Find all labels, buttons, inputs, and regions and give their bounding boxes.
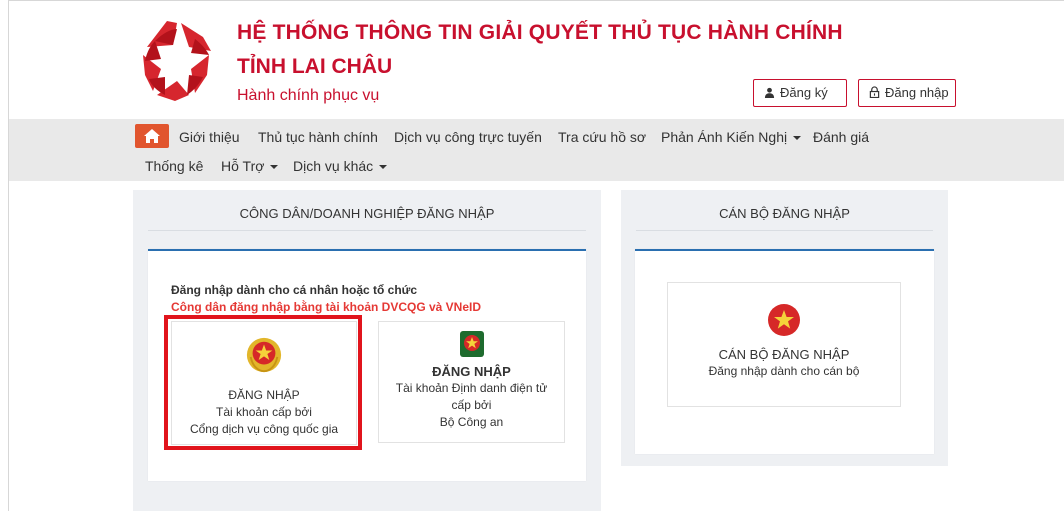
nav-phan-anh-label: Phản Ánh Kiến Nghị [661,129,788,145]
user-icon [764,80,775,106]
lock-icon [869,80,880,106]
staff-panel-heading: CÁN BỘ ĐĂNG NHẬP [719,206,850,221]
home-button[interactable] [135,124,169,148]
dvc-login-title: ĐĂNG NHẬP [228,388,300,402]
citizen-note: Công dân đăng nhập bằng tài khoản DVCQG … [171,300,482,314]
staff-login-button[interactable]: CÁN BỘ ĐĂNG NHẬP Đăng nhập dành cho cán … [667,282,901,407]
province-logo-icon[interactable] [137,19,217,103]
nav-dich-vu-khac[interactable]: Dịch vụ khác [293,158,388,174]
nav-phan-anh[interactable]: Phản Ánh Kiến Nghị [661,129,802,145]
staff-login-panel: CÁN BỘ ĐĂNG NHẬP CÁN BỘ ĐĂNG NHẬP Đăng n… [621,190,948,466]
nav-tra-cuu[interactable]: Tra cứu hồ sơ [558,129,646,145]
vneid-login-sub1: Tài khoản Định danh điện tử [395,381,548,395]
staff-login-title: CÁN BỘ ĐĂNG NHẬP [718,347,850,362]
register-label: Đăng ký [780,85,828,100]
vneid-login-sub2: cấp bởi [451,398,492,412]
nav-danh-gia[interactable]: Đánh giá [813,129,869,145]
staff-login-sub: Đăng nhập dành cho cán bộ [708,364,860,378]
home-icon [144,129,160,143]
citizen-panel-heading: CÔNG DÂN/DOANH NGHIỆP ĐĂNG NHẬP [239,206,495,221]
vneid-login-sub3: Bộ Công an [439,415,504,429]
divider [148,230,586,231]
nav-thu-tuc[interactable]: Thủ tục hành chính [258,129,378,145]
police-badge-icon [459,331,484,357]
login-label: Đăng nhập [885,85,949,100]
star-emblem-icon [768,304,800,336]
dvc-login-sub1: Tài khoản cấp bởi [216,405,312,419]
site-header: HỆ THỐNG THÔNG TIN GIẢI QUYẾT THỦ TỤC HÀ… [9,1,1064,119]
nav-thong-ke[interactable]: Thống kê [145,158,203,174]
nav-ho-tro[interactable]: Hỗ Trợ [221,158,279,174]
nav-dich-vu-khac-label: Dịch vụ khác [293,158,374,174]
chevron-down-icon [379,165,388,170]
site-title: HỆ THỐNG THÔNG TIN GIẢI QUYẾT THỦ TỤC HÀ… [237,21,843,44]
nav-gioi-thieu[interactable]: Giới thiệu [179,129,240,145]
vneid-login-title: ĐĂNG NHẬP [432,364,511,379]
divider [636,230,933,231]
login-button[interactable]: Đăng nhập [858,79,956,107]
nav-ho-tro-label: Hỗ Trợ [221,158,265,174]
citizen-login-card: Đăng nhập dành cho cá nhân hoặc tổ chức … [148,249,586,481]
login-vneid-button[interactable]: ĐĂNG NHẬP Tài khoản Định danh điện tử cấ… [378,321,565,443]
main-navbar: Giới thiệu Thủ tục hành chính Dịch vụ cô… [9,119,1064,181]
register-button[interactable]: Đăng ký [753,79,847,107]
site-province: TỈNH LAI CHÂU [237,55,393,78]
national-emblem-icon [246,337,282,373]
site-tagline: Hành chính phục vụ [237,87,380,104]
staff-login-card: CÁN BỘ ĐĂNG NHẬP Đăng nhập dành cho cán … [635,249,934,454]
citizen-login-panel: CÔNG DÂN/DOANH NGHIỆP ĐĂNG NHẬP Đăng nhậ… [133,190,601,511]
nav-dich-vu-cong[interactable]: Dịch vụ công trực tuyến [394,129,542,145]
login-dvcqg-button[interactable]: ĐĂNG NHẬP Tài khoản cấp bởi Cổng dịch vụ… [171,321,357,445]
chevron-down-icon [270,165,279,170]
chevron-down-icon [793,136,802,141]
dvc-login-sub2: Cổng dịch vụ công quốc gia [189,422,339,436]
citizen-desc: Đăng nhập dành cho cá nhân hoặc tổ chức [171,283,418,297]
